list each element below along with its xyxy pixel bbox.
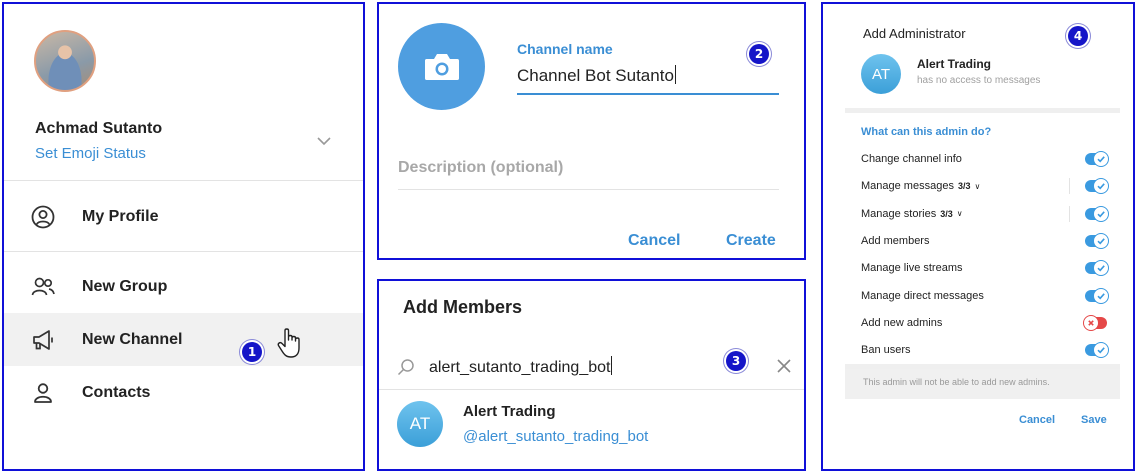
main-menu-panel: Achmad Sutanto Set Emoji Status My Profi… xyxy=(2,2,365,471)
permission-label: Add new admins xyxy=(861,316,943,329)
permission-toggle[interactable] xyxy=(1085,287,1109,304)
permission-label: Manage stories xyxy=(861,207,937,220)
dialog-title: Add Administrator xyxy=(863,26,966,41)
permission-toggle[interactable] xyxy=(1085,205,1109,222)
permission-count: 3/3 xyxy=(940,208,953,219)
admin-note: This admin will not be able to add new a… xyxy=(845,369,1120,399)
menu-item-label: New Group xyxy=(82,277,168,295)
permission-label: Manage direct messages xyxy=(861,289,984,302)
permission-toggle[interactable] xyxy=(1085,151,1109,167)
permission-toggle[interactable] xyxy=(1085,232,1109,249)
menu-divider xyxy=(4,180,363,181)
channel-name-label: Channel name xyxy=(517,41,613,57)
profile-icon xyxy=(31,205,55,228)
add-administrator-dialog: Add Administrator 4 AT Alert Trading has… xyxy=(821,2,1135,471)
camera-icon xyxy=(424,53,459,80)
menu-item-my-profile[interactable]: My Profile xyxy=(4,190,363,243)
permission-row[interactable]: Manage messages 3/3 ∨ xyxy=(861,176,1109,196)
menu-item-new-group[interactable]: New Group xyxy=(4,260,363,313)
chevron-down-icon[interactable]: ∨ xyxy=(974,182,980,191)
search-icon xyxy=(397,359,414,376)
permission-toggle[interactable] xyxy=(1085,342,1109,359)
check-icon xyxy=(1093,287,1109,304)
check-icon xyxy=(1093,178,1109,195)
cancel-button[interactable]: Cancel xyxy=(1019,414,1055,426)
permission-toggle[interactable] xyxy=(1085,260,1109,277)
permissions-heading: What can this admin do? xyxy=(861,126,992,138)
menu-item-label: My Profile xyxy=(82,207,159,225)
check-icon xyxy=(1093,232,1109,249)
admin-name: Alert Trading xyxy=(917,57,992,71)
permission-label: Add members xyxy=(861,234,930,247)
cross-icon xyxy=(1083,314,1099,331)
menu-item-label: Contacts xyxy=(82,383,151,401)
step-badge: 1 xyxy=(242,342,262,362)
contact-icon xyxy=(34,382,52,403)
user-avatar[interactable] xyxy=(34,30,96,92)
permission-row[interactable]: Manage direct messages xyxy=(861,286,1109,306)
close-icon[interactable] xyxy=(775,357,793,375)
check-icon xyxy=(1093,205,1109,222)
admin-subtitle: has no access to messages xyxy=(917,75,1041,86)
permission-row[interactable]: Add members xyxy=(861,231,1109,251)
menu-item-label: New Channel xyxy=(82,330,183,348)
step-badge: 3 xyxy=(726,351,746,371)
permission-row[interactable]: Ban users xyxy=(861,340,1109,360)
permission-row[interactable]: Manage stories 3/3 ∨ xyxy=(861,204,1109,224)
permission-row[interactable]: Change channel info xyxy=(861,149,1109,169)
text-caret xyxy=(674,65,676,84)
step-badge: 2 xyxy=(749,44,769,64)
result-username: @alert_sutanto_trading_bot xyxy=(463,428,649,445)
permission-row[interactable]: Add new admins xyxy=(861,313,1107,333)
description-input[interactable]: Description (optional) xyxy=(398,159,779,190)
user-name: Achmad Sutanto xyxy=(35,120,163,137)
bot-avatar: AT xyxy=(397,401,443,447)
permission-label: Change channel info xyxy=(861,153,962,165)
permission-count: 3/3 xyxy=(957,181,971,192)
permission-toggle[interactable] xyxy=(1083,314,1107,331)
megaphone-icon xyxy=(33,329,53,350)
group-icon xyxy=(31,277,55,295)
section-separator xyxy=(845,108,1120,113)
hand-cursor-icon xyxy=(277,328,300,358)
permission-toggle[interactable] xyxy=(1085,178,1109,195)
check-icon xyxy=(1093,260,1109,277)
chevron-down-icon[interactable] xyxy=(315,132,333,150)
row-divider xyxy=(1069,178,1070,195)
chevron-down-icon[interactable]: ∨ xyxy=(957,209,963,218)
channel-name-input[interactable]: Channel Bot Sutanto xyxy=(517,63,779,95)
permission-row[interactable]: Manage live streams xyxy=(861,258,1109,278)
cancel-button[interactable]: Cancel xyxy=(628,232,680,250)
save-button[interactable]: Save xyxy=(1081,414,1107,426)
bot-avatar: AT xyxy=(861,54,901,94)
channel-photo-button[interactable] xyxy=(398,23,485,110)
check-icon xyxy=(1093,342,1109,359)
add-members-dialog: Add Members alert_sutanto_trading_bot 3 … xyxy=(377,279,806,471)
search-divider xyxy=(379,389,804,390)
permission-label: Ban users xyxy=(861,344,911,357)
menu-item-new-channel[interactable]: New Channel xyxy=(4,313,363,366)
create-button[interactable]: Create xyxy=(726,232,776,250)
check-icon xyxy=(1093,151,1109,167)
step-badge: 4 xyxy=(1068,26,1088,46)
permission-label: Manage messages xyxy=(861,180,954,193)
menu-divider xyxy=(4,251,363,252)
menu-item-contacts[interactable]: Contacts xyxy=(4,366,363,419)
result-name[interactable]: Alert Trading xyxy=(463,403,556,420)
row-divider xyxy=(1069,205,1070,222)
set-emoji-status-link[interactable]: Set Emoji Status xyxy=(35,145,146,162)
create-channel-dialog: Channel name Channel Bot Sutanto 2 Descr… xyxy=(377,2,806,260)
channel-name-value: Channel Bot Sutanto xyxy=(517,66,674,85)
permission-label: Manage live streams xyxy=(861,262,963,275)
dialog-title: Add Members xyxy=(403,297,523,317)
search-value: alert_sutanto_trading_bot xyxy=(429,356,613,377)
